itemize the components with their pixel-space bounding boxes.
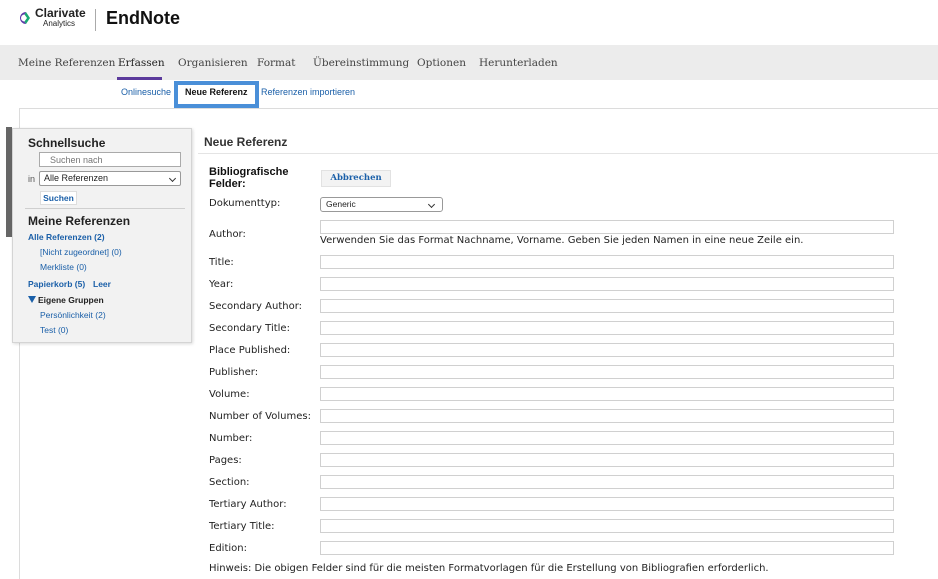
field-label-tertiary-author: Tertiary Author: <box>209 499 287 510</box>
sidebar-item-all-references[interactable]: Alle Referenzen (2) <box>28 232 105 242</box>
triangle-down-icon[interactable] <box>28 296 36 303</box>
scope-select[interactable]: Alle Referenzen <box>39 171 181 186</box>
field-input-publisher[interactable] <box>320 365 894 379</box>
brand-subname: Analytics <box>43 19 76 28</box>
search-button[interactable]: Suchen <box>40 191 77 205</box>
tab-meine-referenzen[interactable]: Meine Referenzen <box>18 45 115 80</box>
tab-organisieren[interactable]: Organisieren <box>178 45 248 80</box>
author-hint: Verwenden Sie das Format Nachname, Vorna… <box>320 235 804 246</box>
clarivate-logo-icon <box>17 11 31 25</box>
sidebar-item-unfiled[interactable]: [Nicht zugeordnet] (0) <box>40 247 122 257</box>
sidebar: Schnellsuche in Alle Referenzen Suchen M… <box>12 128 192 343</box>
field-label-tertiary-title: Tertiary Title: <box>209 521 275 532</box>
scope-select-value: Alle Referenzen <box>44 173 109 183</box>
app-title: EndNote <box>106 8 180 28</box>
field-input-title[interactable] <box>320 255 894 269</box>
field-input-author[interactable] <box>320 220 894 234</box>
field-label-volume: Volume: <box>209 389 250 400</box>
subtab-onlinesuche[interactable]: Onlinesuche <box>121 87 171 97</box>
field-label-secondary-author: Secondary Author: <box>209 301 302 312</box>
field-input-edition[interactable] <box>320 541 894 555</box>
field-label-edition: Edition: <box>209 543 247 554</box>
logo-divider <box>95 9 96 31</box>
search-input[interactable] <box>39 152 181 167</box>
field-label-publisher: Publisher: <box>209 367 259 378</box>
scope-label: in <box>28 174 36 184</box>
selection-highlight <box>174 81 259 108</box>
page-title: Neue Referenz <box>204 135 288 149</box>
field-input-tertiary-author[interactable] <box>320 497 894 511</box>
sidebar-item-watchlist[interactable]: Merkliste (0) <box>40 262 87 272</box>
field-label-number: Number: <box>209 433 253 444</box>
quick-search-title: Schnellsuche <box>28 136 106 150</box>
field-input-volume[interactable] <box>320 387 894 401</box>
field-input-tertiary-title[interactable] <box>320 519 894 533</box>
active-tab-underline <box>117 77 162 80</box>
field-input-pages[interactable] <box>320 453 894 467</box>
tab-herunterladen[interactable]: Herunterladen <box>479 45 558 80</box>
field-label-pages: Pages: <box>209 455 242 466</box>
my-references-title: Meine Referenzen <box>28 214 131 228</box>
tab-erfassen[interactable]: Erfassen <box>118 45 165 80</box>
field-label-place-published: Place Published: <box>209 345 291 356</box>
tab-uebereinstimmung[interactable]: Übereinstimmung <box>313 45 409 80</box>
footer-hint: Hinweis: Die obigen Felder sind für die … <box>209 563 769 574</box>
brand-name: Clarivate <box>35 6 86 20</box>
field-input-year[interactable] <box>320 277 894 291</box>
field-input-place-published[interactable] <box>320 343 894 357</box>
field-input-secondary-author[interactable] <box>320 299 894 313</box>
sidebar-item-group[interactable]: Test (0) <box>40 325 68 335</box>
main-nav: Meine Referenzen Erfassen Organisieren F… <box>0 45 938 80</box>
doctype-select-value: Generic <box>326 199 356 209</box>
field-label-number-of-volumes: Number of Volumes: <box>209 411 311 422</box>
sub-nav: Onlinesuche Neue Referenz Referenzen imp… <box>0 84 938 104</box>
field-input-section[interactable] <box>320 475 894 489</box>
field-label-author: Author: <box>209 229 246 240</box>
cancel-button[interactable]: Abbrechen <box>321 170 391 187</box>
title-divider <box>198 153 938 154</box>
chevron-down-icon <box>427 200 436 209</box>
field-input-secondary-title[interactable] <box>320 321 894 335</box>
app-header: Clarivate Analytics EndNote <box>0 0 938 42</box>
field-label-title: Title: <box>209 257 234 268</box>
doctype-select[interactable]: Generic <box>320 197 443 212</box>
sidebar-item-trash[interactable]: Papierkorb (5) <box>28 279 85 289</box>
custom-groups-title: Eigene Gruppen <box>38 295 104 305</box>
field-input-number-of-volumes[interactable] <box>320 409 894 423</box>
field-input-number[interactable] <box>320 431 894 445</box>
tab-format[interactable]: Format <box>257 45 296 80</box>
clarivate-logo[interactable]: Clarivate Analytics <box>17 7 86 28</box>
field-label-year: Year: <box>209 279 234 290</box>
field-label-section: Section: <box>209 477 250 488</box>
doctype-label: Dokumenttyp: <box>209 198 281 209</box>
sidebar-divider <box>25 208 185 209</box>
bibliographic-fields-label: Bibliografische Felder: <box>209 166 289 190</box>
empty-trash-link[interactable]: Leer <box>93 279 111 289</box>
tab-optionen[interactable]: Optionen <box>417 45 466 80</box>
subtab-referenzen-importieren[interactable]: Referenzen importieren <box>261 87 355 97</box>
sidebar-item-group[interactable]: Persönlichkeit (2) <box>40 310 106 320</box>
chevron-down-icon <box>168 174 177 183</box>
field-label-secondary-title: Secondary Title: <box>209 323 290 334</box>
